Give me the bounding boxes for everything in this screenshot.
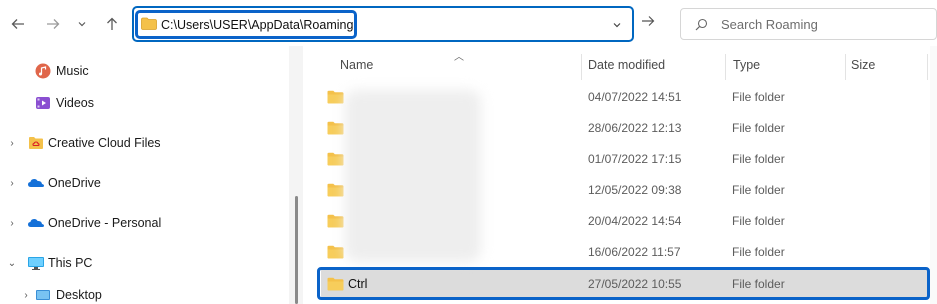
onedrive-cloud-icon xyxy=(27,175,44,191)
forward-arrow-icon[interactable] xyxy=(43,13,63,35)
nav-label: OneDrive xyxy=(48,176,101,190)
creative-cloud-icon xyxy=(28,135,44,151)
address-bar[interactable]: C:\Users\USER\AppData\Roaming xyxy=(132,6,634,42)
search-box[interactable]: Search Roaming xyxy=(680,8,937,40)
navigation-pane: Music Videos › Creative Cloud Files › On… xyxy=(0,46,303,304)
music-icon xyxy=(35,63,51,79)
search-icon xyxy=(695,18,708,34)
nav-label: Creative Cloud Files xyxy=(48,136,161,150)
toolbar: C:\Users\USER\AppData\Roaming Search Roa… xyxy=(0,0,937,46)
nav-label: Music xyxy=(56,64,89,78)
column-header-type[interactable]: Type xyxy=(733,58,760,72)
folder-icon xyxy=(327,245,344,262)
file-date-modified: 01/07/2022 17:15 xyxy=(588,152,682,166)
folder-icon xyxy=(327,90,344,107)
redacted-names-blur xyxy=(345,90,481,262)
expand-chevron-icon[interactable]: › xyxy=(6,178,18,189)
column-divider[interactable] xyxy=(581,54,582,80)
collapse-chevron-icon[interactable]: ⌄ xyxy=(6,258,18,269)
column-divider[interactable] xyxy=(725,54,726,80)
nav-label: This PC xyxy=(48,256,93,270)
file-type: File folder xyxy=(732,245,785,259)
file-type: File folder xyxy=(732,214,785,228)
file-date-modified: 20/04/2022 14:54 xyxy=(588,214,682,228)
file-date-modified: 12/05/2022 09:38 xyxy=(588,183,682,197)
nav-item-onedrive-personal[interactable]: › OneDrive - Personal xyxy=(0,211,290,235)
folder-icon xyxy=(327,277,344,294)
column-divider[interactable] xyxy=(845,54,846,80)
nav-item-this-pc[interactable]: ⌄ This PC xyxy=(0,251,290,275)
desktop-icon xyxy=(35,287,51,303)
back-arrow-icon[interactable] xyxy=(8,13,28,35)
nav-item-desktop[interactable]: › Desktop xyxy=(0,283,290,304)
folder-icon xyxy=(327,121,344,138)
folder-icon xyxy=(327,183,344,200)
file-date-modified: 04/07/2022 14:51 xyxy=(588,90,682,104)
file-type: File folder xyxy=(732,90,785,104)
file-type: File folder xyxy=(732,152,785,166)
file-date-modified: 28/06/2022 12:13 xyxy=(588,121,682,135)
address-dropdown-chevron-icon[interactable] xyxy=(612,19,622,33)
folder-icon xyxy=(327,214,344,231)
folder-icon xyxy=(327,152,344,169)
file-row-selected[interactable]: Ctrl 27/05/2022 10:55 File folder xyxy=(321,269,927,299)
up-arrow-icon[interactable] xyxy=(102,13,122,35)
onedrive-cloud-icon xyxy=(27,215,44,231)
folder-icon xyxy=(141,17,157,33)
nav-label: Videos xyxy=(56,96,94,110)
column-header-size[interactable]: Size xyxy=(851,58,875,72)
file-type: File folder xyxy=(732,183,785,197)
file-date-modified: 27/05/2022 10:55 xyxy=(588,277,682,291)
address-path[interactable]: C:\Users\USER\AppData\Roaming xyxy=(161,18,353,32)
file-date-modified: 16/06/2022 11:57 xyxy=(588,245,681,259)
expand-chevron-icon[interactable]: › xyxy=(6,138,18,149)
file-list-scrollbar[interactable] xyxy=(930,46,937,304)
chevron-down-icon[interactable] xyxy=(74,13,90,35)
expand-chevron-icon[interactable]: › xyxy=(6,218,18,229)
sort-ascending-icon: ︿ xyxy=(454,52,464,63)
file-type: File folder xyxy=(732,277,785,291)
arrow-right-icon[interactable] xyxy=(640,13,656,32)
search-input[interactable]: Search Roaming xyxy=(721,17,818,32)
nav-item-music[interactable]: Music xyxy=(0,59,290,83)
videos-icon xyxy=(35,95,51,111)
file-type: File folder xyxy=(732,121,785,135)
file-name: Ctrl xyxy=(348,277,368,291)
nav-item-creative-cloud-files[interactable]: › Creative Cloud Files xyxy=(0,131,290,155)
column-header-name[interactable]: Name xyxy=(340,58,373,72)
nav-item-videos[interactable]: Videos xyxy=(0,91,290,115)
column-divider[interactable] xyxy=(927,54,928,80)
nav-label: Desktop xyxy=(56,288,102,302)
nav-scrollbar-thumb[interactable] xyxy=(295,196,298,304)
this-pc-icon xyxy=(27,255,44,271)
nav-item-onedrive[interactable]: › OneDrive xyxy=(0,171,290,195)
nav-label: OneDrive - Personal xyxy=(48,216,162,230)
column-header-date-modified[interactable]: Date modified xyxy=(588,58,665,72)
expand-chevron-icon[interactable]: › xyxy=(20,290,32,301)
